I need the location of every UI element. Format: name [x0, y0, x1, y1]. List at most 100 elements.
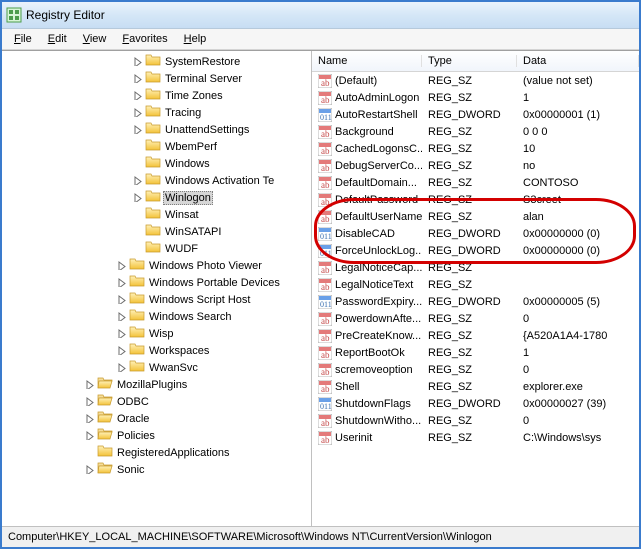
tree-item[interactable]: Tracing [4, 104, 311, 121]
expand-icon[interactable] [132, 56, 143, 67]
value-name: ForceUnlockLog... [335, 245, 422, 257]
list-row[interactable]: PasswordExpiry...REG_DWORD0x00000005 (5) [312, 293, 639, 310]
list-row[interactable]: DebugServerCo...REG_SZno [312, 157, 639, 174]
value-name: DisableCAD [335, 228, 395, 240]
list-row[interactable]: PowerdownAfte...REG_SZ0 [312, 310, 639, 327]
list-row[interactable]: LegalNoticeTextREG_SZ [312, 276, 639, 293]
expand-icon[interactable] [84, 413, 95, 424]
tree-item[interactable]: Sonic [4, 461, 311, 478]
tree-item[interactable]: Winlogon [4, 189, 311, 206]
expand-icon[interactable] [132, 90, 143, 101]
expand-icon[interactable] [84, 396, 95, 407]
menu-favorites[interactable]: Favorites [114, 31, 175, 47]
tree-item[interactable]: Winsat [4, 206, 311, 223]
list-row[interactable]: ShutdownFlagsREG_DWORD0x00000027 (39) [312, 395, 639, 412]
dword-value-icon [318, 108, 332, 122]
tree-item[interactable]: Terminal Server [4, 70, 311, 87]
list-row[interactable]: DefaultUserNameREG_SZalan [312, 208, 639, 225]
expand-icon[interactable] [116, 362, 127, 373]
expand-icon[interactable] [132, 107, 143, 118]
expand-icon[interactable] [116, 328, 127, 339]
value-name: ShutdownWitho... [335, 415, 421, 427]
col-type[interactable]: Type [422, 55, 517, 67]
list-pane[interactable]: Name Type Data (Default)REG_SZ(value not… [312, 51, 639, 526]
cell-data: {A520A1A4-1780 [517, 330, 639, 342]
tree-item[interactable]: Oracle [4, 410, 311, 427]
expand-icon[interactable] [132, 175, 143, 186]
expand-icon[interactable] [116, 311, 127, 322]
tree-item[interactable]: MozillaPlugins [4, 376, 311, 393]
expand-icon[interactable] [116, 345, 127, 356]
list-row[interactable]: BackgroundREG_SZ0 0 0 [312, 123, 639, 140]
list-row[interactable]: ShutdownWitho...REG_SZ0 [312, 412, 639, 429]
tree-item[interactable]: Windows Activation Te [4, 172, 311, 189]
no-expand [132, 209, 143, 220]
menu-file[interactable]: File [6, 31, 40, 47]
expand-icon[interactable] [132, 124, 143, 135]
menu-help[interactable]: Help [176, 31, 215, 47]
tree-pane[interactable]: SystemRestoreTerminal ServerTime ZonesTr… [2, 51, 312, 526]
list-row[interactable]: DisableCADREG_DWORD0x00000000 (0) [312, 225, 639, 242]
tree-item[interactable]: Time Zones [4, 87, 311, 104]
tree-label: Windows Activation Te [163, 175, 276, 187]
tree-item[interactable]: WbemPerf [4, 138, 311, 155]
list-row[interactable]: ReportBootOkREG_SZ1 [312, 344, 639, 361]
cell-data: no [517, 160, 639, 172]
string-value-icon [318, 159, 332, 173]
value-name: DefaultPassword [335, 194, 418, 206]
menu-view[interactable]: View [75, 31, 115, 47]
tree-item[interactable]: WinSATAPI [4, 223, 311, 240]
list-row[interactable]: LegalNoticeCap...REG_SZ [312, 259, 639, 276]
cell-data: 0 [517, 364, 639, 376]
string-value-icon [318, 329, 332, 343]
value-name: DefaultDomain... [335, 177, 417, 189]
list-row[interactable]: scremoveoptionREG_SZ0 [312, 361, 639, 378]
list-row[interactable]: UserinitREG_SZC:\Windows\sys [312, 429, 639, 446]
col-data[interactable]: Data [517, 55, 639, 67]
expand-icon[interactable] [84, 430, 95, 441]
expand-icon[interactable] [132, 192, 143, 203]
list-row[interactable]: ForceUnlockLog...REG_DWORD0x00000000 (0) [312, 242, 639, 259]
no-expand [84, 447, 95, 458]
list-row[interactable]: ShellREG_SZexplorer.exe [312, 378, 639, 395]
expand-icon[interactable] [116, 294, 127, 305]
registry-editor-window: Registry Editor File Edit View Favorites… [0, 0, 641, 549]
menu-edit[interactable]: Edit [40, 31, 75, 47]
tree-item[interactable]: Windows Search [4, 308, 311, 325]
cell-type: REG_SZ [422, 330, 517, 342]
list-row[interactable]: PreCreateKnow...REG_SZ{A520A1A4-1780 [312, 327, 639, 344]
list-row[interactable]: AutoRestartShellREG_DWORD0x00000001 (1) [312, 106, 639, 123]
expand-icon[interactable] [116, 260, 127, 271]
expand-icon[interactable] [132, 73, 143, 84]
tree-label: Windows Photo Viewer [147, 260, 264, 272]
col-name[interactable]: Name [312, 55, 422, 67]
tree-item[interactable]: Windows Portable Devices [4, 274, 311, 291]
list-row[interactable]: DefaultPasswordREG_SZS3creet [312, 191, 639, 208]
tree-item[interactable]: ODBC [4, 393, 311, 410]
tree-item[interactable]: Windows Script Host [4, 291, 311, 308]
tree-item[interactable]: Windows Photo Viewer [4, 257, 311, 274]
cell-type: REG_DWORD [422, 228, 517, 240]
tree-item[interactable]: SystemRestore [4, 53, 311, 70]
tree-item[interactable]: WUDF [4, 240, 311, 257]
titlebar[interactable]: Registry Editor [2, 2, 639, 29]
tree-item[interactable]: RegisteredApplications [4, 444, 311, 461]
list-row[interactable]: (Default)REG_SZ(value not set) [312, 72, 639, 89]
tree-item[interactable]: Workspaces [4, 342, 311, 359]
tree-item[interactable]: UnattendSettings [4, 121, 311, 138]
dword-value-icon [318, 295, 332, 309]
tree-item[interactable]: WwanSvc [4, 359, 311, 376]
tree-item[interactable]: Wisp [4, 325, 311, 342]
list-row[interactable]: AutoAdminLogonREG_SZ1 [312, 89, 639, 106]
cell-name: DefaultUserName [312, 210, 422, 224]
cell-name: CachedLogonsC... [312, 142, 422, 156]
tree-item[interactable]: Policies [4, 427, 311, 444]
no-expand [132, 243, 143, 254]
tree-item[interactable]: Windows [4, 155, 311, 172]
expand-icon[interactable] [116, 277, 127, 288]
expand-icon[interactable] [84, 464, 95, 475]
list-row[interactable]: DefaultDomain...REG_SZCONTOSO [312, 174, 639, 191]
list-row[interactable]: CachedLogonsC...REG_SZ10 [312, 140, 639, 157]
statusbar: Computer\HKEY_LOCAL_MACHINE\SOFTWARE\Mic… [2, 526, 639, 547]
expand-icon[interactable] [84, 379, 95, 390]
